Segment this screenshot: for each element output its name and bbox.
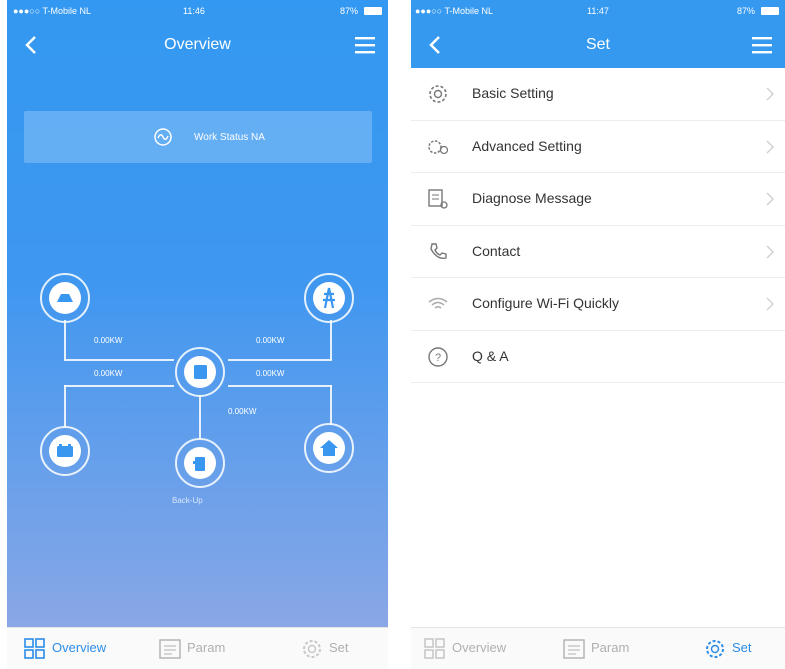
battery-percent: 87% bbox=[339, 6, 358, 16]
set-screen: ●●●○○ T-Mobile NL 11:47 87% Set Basic Se… bbox=[411, 0, 785, 669]
power-tower-icon bbox=[313, 282, 345, 314]
tab-param[interactable]: Param bbox=[159, 638, 225, 660]
load-line-h bbox=[228, 385, 332, 387]
grid-squares-icon bbox=[24, 638, 45, 659]
carrier-label: ●●●○○ T-Mobile NL bbox=[13, 6, 92, 16]
settings-item-qa[interactable]: ? Q & A bbox=[411, 331, 785, 383]
param-list-icon bbox=[563, 639, 585, 659]
nav-bar: Overview bbox=[7, 22, 388, 68]
phone-icon bbox=[430, 242, 447, 259]
diagnose-icon bbox=[428, 189, 448, 209]
tab-set[interactable]: Set bbox=[704, 638, 752, 660]
settings-list: Basic Setting Advanced Setting Diagnose … bbox=[411, 68, 785, 383]
tab-overview[interactable]: Overview bbox=[24, 638, 106, 660]
load-line-v bbox=[330, 385, 332, 425]
battery-line-v bbox=[64, 385, 66, 427]
pv-line-h bbox=[64, 359, 174, 361]
inverter-icon bbox=[184, 356, 216, 388]
tab-set-label: Set bbox=[329, 640, 349, 655]
backup-line-v bbox=[199, 395, 201, 439]
param-list-icon bbox=[159, 639, 181, 659]
settings-item-basic[interactable]: Basic Setting bbox=[411, 68, 785, 121]
load-node[interactable] bbox=[304, 423, 354, 473]
page-title: Set bbox=[585, 36, 610, 53]
grid-line-h bbox=[228, 359, 332, 361]
status-bar: ●●●○○ T-Mobile NL 11:46 87% bbox=[7, 0, 388, 22]
tab-set[interactable]: Set bbox=[301, 638, 349, 660]
settings-item-label: Q & A bbox=[472, 347, 509, 364]
grid-node[interactable] bbox=[304, 273, 354, 323]
home-icon bbox=[313, 432, 345, 464]
svg-text:?: ? bbox=[435, 352, 441, 364]
gears-icon bbox=[428, 139, 449, 154]
settings-item-label: Advanced Setting bbox=[472, 137, 582, 154]
pv-line-v bbox=[64, 320, 66, 360]
settings-item-label: Configure Wi-Fi Quickly bbox=[472, 295, 620, 311]
battery-pack-icon bbox=[49, 435, 81, 467]
grid-squares-icon bbox=[424, 638, 445, 659]
chevron-right-icon bbox=[766, 140, 774, 153]
battery-power: 0.00KW bbox=[94, 369, 123, 378]
settings-item-label: Contact bbox=[472, 242, 521, 259]
backup-node[interactable] bbox=[175, 438, 225, 488]
pv-power: 0.00KW bbox=[94, 336, 123, 345]
load-power: 0.00KW bbox=[256, 369, 285, 378]
settings-item-diagnose[interactable]: Diagnose Message bbox=[411, 173, 785, 226]
inverter-node[interactable] bbox=[175, 347, 225, 397]
backup-power: 0.00KW bbox=[228, 407, 257, 416]
work-status-panel: Work Status NA bbox=[24, 111, 372, 163]
wifi-icon bbox=[428, 297, 448, 309]
tab-param-label: Param bbox=[591, 640, 630, 655]
gear-icon bbox=[303, 640, 321, 658]
wave-icon bbox=[154, 128, 172, 146]
chevron-right-icon bbox=[766, 87, 774, 101]
settings-item-contact[interactable]: Contact bbox=[411, 226, 785, 278]
battery-icon bbox=[761, 7, 779, 15]
tab-bar: Overview Param Set bbox=[7, 627, 388, 669]
battery-line-h bbox=[64, 385, 174, 387]
tab-set-label: Set bbox=[732, 640, 752, 655]
battery-node[interactable] bbox=[40, 426, 90, 476]
tab-overview-label: Overview bbox=[452, 640, 507, 655]
settings-item-label: Basic Setting bbox=[472, 85, 554, 101]
chevron-right-icon bbox=[766, 245, 774, 258]
backup-plug-icon bbox=[184, 447, 216, 479]
status-bar: ●●●○○ T-Mobile NL 11:47 87% bbox=[411, 0, 785, 22]
pv-node[interactable] bbox=[40, 273, 90, 323]
settings-item-label: Diagnose Message bbox=[472, 190, 592, 206]
grid-power: 0.00KW bbox=[256, 336, 285, 345]
battery-percent: 87% bbox=[736, 6, 755, 16]
settings-item-advanced[interactable]: Advanced Setting bbox=[411, 121, 785, 173]
battery-icon bbox=[364, 7, 382, 15]
menu-icon[interactable] bbox=[751, 34, 773, 56]
grid-line-v bbox=[330, 320, 332, 360]
backup-label: Back-Up bbox=[172, 496, 203, 505]
gear-icon bbox=[429, 85, 447, 103]
gear-icon bbox=[706, 640, 724, 658]
menu-icon[interactable] bbox=[354, 34, 376, 56]
page-title: Overview bbox=[164, 36, 231, 53]
chevron-right-icon bbox=[766, 297, 774, 311]
carrier-label: ●●●○○ T-Mobile NL bbox=[415, 6, 494, 16]
tab-param-label: Param bbox=[187, 640, 226, 655]
work-status-text: Work Status NA bbox=[194, 132, 265, 143]
tab-param[interactable]: Param bbox=[563, 638, 629, 660]
question-icon: ? bbox=[428, 346, 448, 367]
chevron-right-icon bbox=[766, 192, 774, 206]
clock: 11:46 bbox=[183, 6, 205, 16]
clock: 11:47 bbox=[587, 6, 609, 16]
tab-overview[interactable]: Overview bbox=[424, 638, 506, 660]
tab-bar: Overview Param Set bbox=[411, 627, 785, 669]
settings-item-wifi[interactable]: Configure Wi-Fi Quickly bbox=[411, 278, 785, 331]
overview-screen: ●●●○○ T-Mobile NL 11:46 87% Overview Wor… bbox=[7, 0, 388, 669]
nav-bar: Set bbox=[411, 22, 785, 68]
tab-overview-label: Overview bbox=[52, 640, 107, 655]
solar-panel-icon bbox=[49, 282, 81, 314]
